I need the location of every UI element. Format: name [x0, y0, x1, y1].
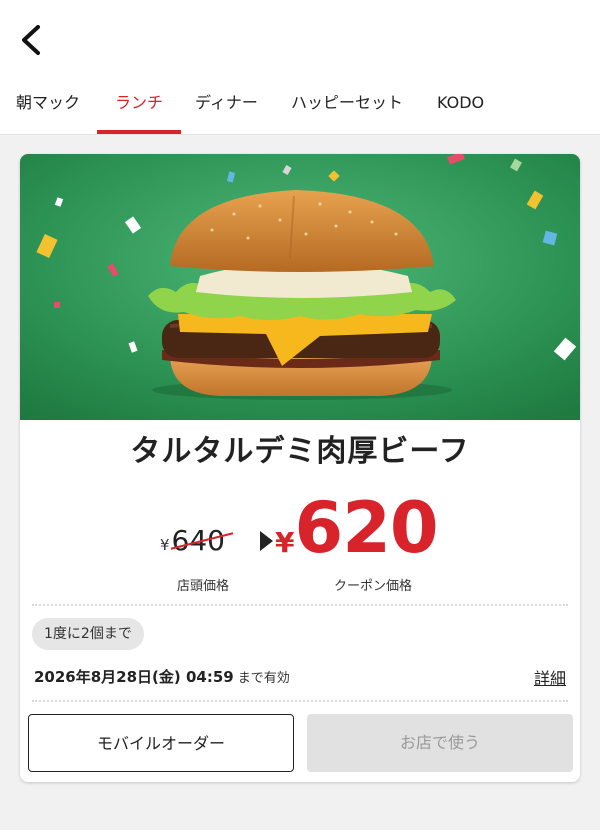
tab-happy-set[interactable]: ハッピーセット [291, 84, 403, 134]
coupon-price-value: 620 [294, 487, 438, 569]
coupon-price-label: クーポン価格 [334, 579, 413, 594]
store-price-label: 店頭価格 [177, 579, 230, 594]
use-in-store-button[interactable]: お店で使う [307, 714, 573, 772]
product-name: タルタルデミ肉厚ビーフ [130, 434, 470, 469]
store-price-currency: ¥ [160, 536, 170, 554]
tab-kodo[interactable]: KODO [437, 84, 484, 134]
dotted-divider [32, 604, 568, 606]
store-price: ¥640 [160, 524, 233, 557]
limit-badge: 1度に2個まで [32, 618, 144, 650]
expiry-date: 2026年8月28日(金) 04:59 [34, 668, 234, 686]
coupon-price: ¥620 [275, 487, 439, 569]
dotted-divider [32, 700, 568, 702]
mobile-order-button[interactable]: モバイルオーダー [28, 714, 294, 772]
expiry-suffix: まで有効 [237, 671, 290, 686]
chevron-left-icon [22, 25, 40, 55]
tab-lunch[interactable]: ランチ [96, 84, 182, 134]
details-link[interactable]: 詳細 [534, 665, 566, 689]
tab-morning[interactable]: 朝マック [16, 84, 80, 134]
back-button[interactable] [14, 20, 54, 60]
coupon-card: タルタルデミ肉厚ビーフ ¥640 店頭価格 ¥620 クーポン価格 1度に2個ま… [20, 154, 580, 782]
category-tabs: 朝マック ランチ ディナー ハッピーセット KODO [0, 84, 600, 134]
tab-dinner[interactable]: ディナー [195, 84, 258, 134]
triangle-right-icon [260, 531, 273, 551]
top-bar: 朝マック ランチ ディナー ハッピーセット KODO [0, 0, 600, 135]
expiry-text: 2026年8月28日(金) 04:59 まで有効 [34, 666, 290, 687]
coupon-price-currency: ¥ [275, 526, 295, 559]
store-price-value: 640 [170, 524, 233, 557]
product-image [20, 154, 580, 420]
